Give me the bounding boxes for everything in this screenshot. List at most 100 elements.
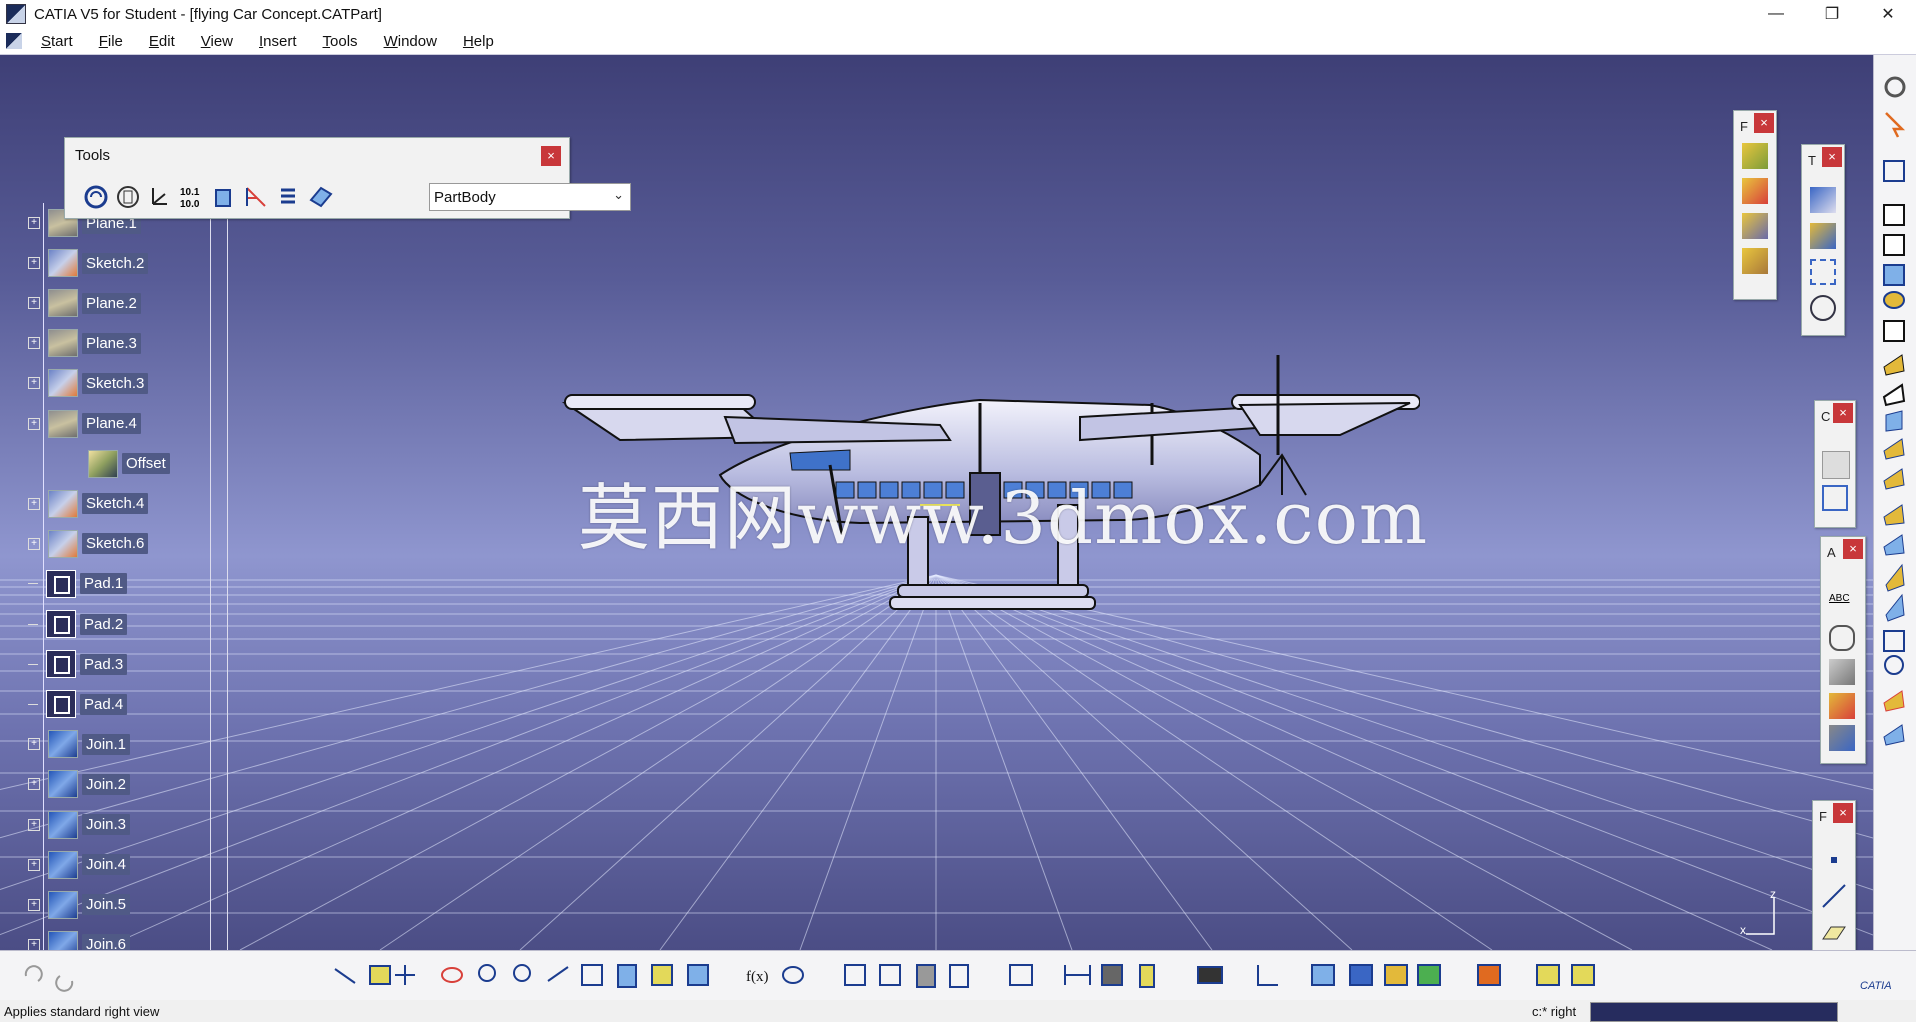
tree-node[interactable]: Pad.3 bbox=[28, 649, 128, 679]
measure-link-icon[interactable] bbox=[1829, 725, 1855, 751]
feature-icon-1[interactable] bbox=[1742, 143, 1768, 169]
document-icon[interactable] bbox=[6, 33, 22, 49]
tree-node[interactable]: + Join.2 bbox=[28, 769, 131, 799]
expand-icon[interactable]: + bbox=[28, 818, 40, 831]
tree-node[interactable]: Offset bbox=[88, 449, 170, 479]
minimize-button[interactable]: — bbox=[1748, 0, 1804, 28]
constraint-icon-2[interactable] bbox=[1822, 485, 1848, 511]
menu-insert[interactable]: Insert bbox=[246, 33, 310, 50]
expand-icon[interactable]: + bbox=[28, 537, 40, 550]
parameter-icon bbox=[949, 964, 969, 988]
plane-icon[interactable] bbox=[1821, 919, 1847, 945]
offset-icon bbox=[88, 449, 118, 478]
tree-icon[interactable] bbox=[243, 184, 269, 210]
slot-icon bbox=[1882, 383, 1906, 407]
datum-icon[interactable] bbox=[1829, 659, 1855, 685]
expand-icon[interactable]: + bbox=[28, 898, 40, 911]
tree-node-label: Pad.4 bbox=[80, 693, 128, 715]
svg-text:10.0: 10.0 bbox=[180, 199, 200, 210]
axis-icon[interactable] bbox=[147, 184, 173, 210]
expand-icon[interactable]: + bbox=[28, 497, 40, 510]
tree-node[interactable]: + Sketch.6 bbox=[28, 529, 149, 559]
line-icon[interactable] bbox=[1821, 883, 1847, 909]
feature-icon-4[interactable] bbox=[1742, 248, 1768, 274]
measure-icon[interactable]: 10.110.0 bbox=[179, 184, 205, 210]
transform-icon-1[interactable] bbox=[1810, 187, 1836, 213]
comment-icon bbox=[782, 966, 804, 984]
toolbar-4-close-button[interactable]: × bbox=[1843, 539, 1863, 559]
menu-view[interactable]: View bbox=[188, 33, 246, 50]
toolbar-5-close-button[interactable]: × bbox=[1833, 803, 1853, 823]
constraint-icon-1[interactable] bbox=[1822, 451, 1850, 479]
flag-note-icon[interactable] bbox=[1829, 625, 1855, 651]
menu-tools[interactable]: Tools bbox=[310, 33, 371, 50]
point-icon[interactable] bbox=[1821, 847, 1847, 873]
rotate-icon bbox=[441, 967, 463, 983]
3d-viewport[interactable]: 莫西网www.3dmox.com z x + Plane.1 + Sketch.2 + P… bbox=[0, 55, 1873, 950]
tools-panel-close-button[interactable]: × bbox=[541, 146, 561, 166]
tree-node[interactable]: + Plane.2 bbox=[28, 288, 141, 318]
menu-start[interactable]: Start bbox=[28, 33, 86, 50]
toolbar-2-close-button[interactable]: × bbox=[1822, 147, 1842, 167]
expand-icon[interactable]: + bbox=[28, 417, 40, 430]
expand-icon[interactable]: + bbox=[28, 938, 40, 950]
tree-node[interactable]: + Join.5 bbox=[28, 890, 131, 920]
tree-node[interactable]: + Sketch.2 bbox=[28, 248, 149, 278]
feature-icon-3[interactable] bbox=[1742, 213, 1768, 239]
book-icon[interactable] bbox=[307, 184, 333, 210]
expand-icon[interactable]: + bbox=[28, 217, 40, 229]
list-icon[interactable] bbox=[275, 184, 301, 210]
expand-icon[interactable]: + bbox=[28, 738, 40, 751]
hide-show-icon bbox=[651, 964, 673, 986]
expand-icon[interactable]: + bbox=[28, 257, 40, 270]
hand-icon[interactable] bbox=[115, 184, 141, 210]
tree-node[interactable]: Pad.4 bbox=[28, 689, 128, 719]
expand-icon[interactable]: + bbox=[28, 337, 40, 350]
surface-annotation-icon[interactable] bbox=[1829, 693, 1855, 719]
shading-icon bbox=[617, 964, 637, 988]
tree-node[interactable]: + Sketch.3 bbox=[28, 368, 149, 398]
expand-icon[interactable]: + bbox=[28, 377, 40, 390]
hole-icon bbox=[1883, 291, 1905, 309]
update-icon[interactable] bbox=[83, 184, 109, 210]
tree-node[interactable]: + Plane.4 bbox=[28, 409, 141, 439]
title-bar: CATIA V5 for Student - [flying Car Conce… bbox=[0, 0, 1916, 28]
tree-node[interactable]: + Sketch.4 bbox=[28, 489, 149, 519]
redo-icon bbox=[55, 975, 74, 992]
apply-material-icon bbox=[1311, 964, 1335, 986]
expand-icon[interactable]: + bbox=[28, 778, 40, 791]
transform-icon-2[interactable] bbox=[1810, 223, 1836, 249]
tree-node[interactable]: + Join.6 bbox=[28, 930, 131, 950]
expand-icon[interactable]: + bbox=[28, 297, 40, 310]
menu-file[interactable]: File bbox=[86, 33, 136, 50]
body-select[interactable]: PartBody ⌄ bbox=[429, 183, 631, 211]
cube-icon[interactable] bbox=[211, 184, 237, 210]
tree-node[interactable]: + Plane.3 bbox=[28, 328, 141, 358]
menu-help[interactable]: Help bbox=[450, 33, 507, 50]
menu-window[interactable]: Window bbox=[371, 33, 450, 50]
tree-node[interactable]: + Join.4 bbox=[28, 850, 131, 880]
measure-item-icon bbox=[1101, 964, 1123, 986]
tree-vertical-scroll[interactable] bbox=[210, 217, 228, 950]
specification-tree[interactable]: + Plane.1 + Sketch.2 + Plane.2 + Plane.3 + Sketch… bbox=[0, 195, 230, 950]
toolbar-3-close-button[interactable]: × bbox=[1833, 403, 1853, 423]
command-input[interactable] bbox=[1590, 1002, 1838, 1022]
menu-edit[interactable]: Edit bbox=[136, 33, 188, 50]
close-button[interactable]: ✕ bbox=[1860, 0, 1916, 28]
expand-icon[interactable]: + bbox=[28, 858, 40, 871]
pad-icon bbox=[46, 610, 76, 638]
knowledge-icon bbox=[879, 964, 901, 986]
toolbar-1-close-button[interactable]: × bbox=[1754, 113, 1774, 133]
feature-icon-2[interactable] bbox=[1742, 178, 1768, 204]
normal-view-icon bbox=[547, 966, 569, 982]
maximize-button[interactable]: ❐ bbox=[1804, 0, 1860, 28]
tree-node[interactable]: Pad.1 bbox=[28, 569, 128, 599]
tree-node[interactable]: + Join.3 bbox=[28, 810, 131, 840]
text-annotation-button[interactable]: ABC bbox=[1829, 593, 1850, 604]
3d-compass-icon bbox=[1384, 964, 1408, 986]
loft-icon bbox=[1883, 438, 1905, 460]
pattern-icon[interactable] bbox=[1810, 259, 1836, 285]
tree-node[interactable]: + Join.1 bbox=[28, 729, 131, 759]
tree-node[interactable]: Pad.2 bbox=[28, 609, 128, 639]
scale-icon[interactable] bbox=[1810, 295, 1836, 321]
